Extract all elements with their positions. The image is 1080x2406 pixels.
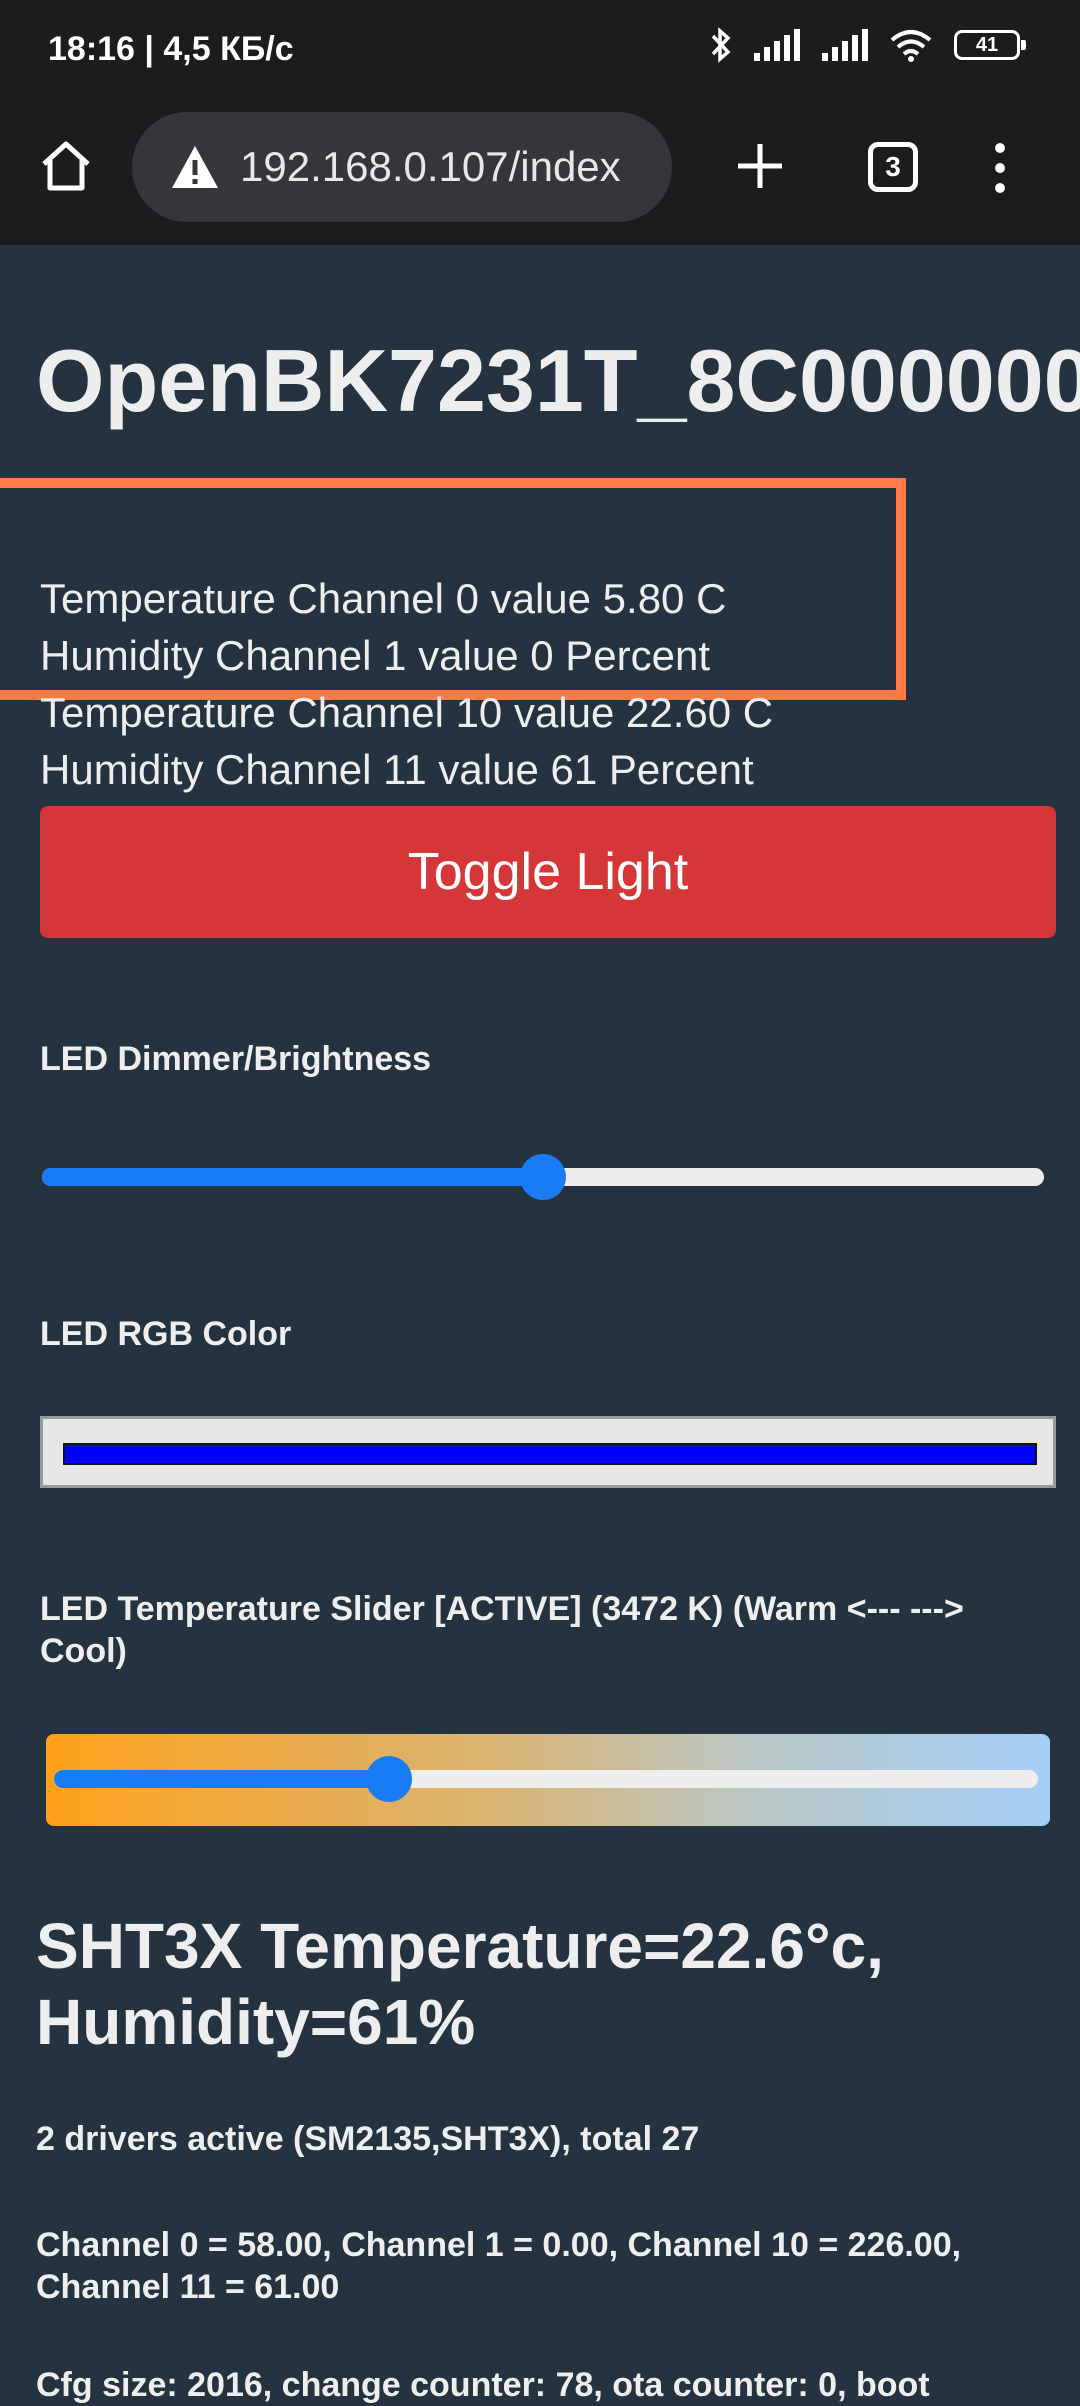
- temperature-slider[interactable]: [54, 1756, 1038, 1802]
- channel-line: Temperature Channel 0 value 5.80 C: [40, 575, 727, 622]
- channels-summary-line1: Channel 0 = 58.00, Channel 1 = 0.00, Cha…: [36, 2226, 962, 2264]
- signal-icon: [822, 29, 868, 61]
- temperature-slider-background: [46, 1734, 1050, 1826]
- battery-icon: 41: [954, 30, 1026, 60]
- home-icon[interactable]: [36, 136, 96, 196]
- temperature-slider-label-line2: Cool): [40, 1632, 127, 1670]
- temperature-slider-fill: [54, 1770, 389, 1788]
- plus-icon[interactable]: [730, 136, 790, 196]
- address-bar[interactable]: 192.168.0.107/index: [132, 112, 672, 222]
- toggle-light-button[interactable]: Toggle Light: [40, 806, 1056, 938]
- rgb-label: LED RGB Color: [40, 1315, 292, 1353]
- channel-list: Temperature Channel 0 value 5.80 C Humid…: [40, 570, 773, 798]
- channel-line: Temperature Channel 10 value 22.60 C: [40, 689, 774, 736]
- sensor-heading: SHT3X Temperature=22.6°c, Humidity=61%: [36, 1908, 884, 2060]
- sensor-heading-line2: Humidity=61%: [36, 1986, 476, 2058]
- temperature-slider-label-line1: LED Temperature Slider [ACTIVE] (3472 K)…: [40, 1590, 964, 1628]
- channels-summary-line2: Channel 11 = 61.00: [36, 2268, 340, 2306]
- drivers-info: 2 drivers active (SM2135,SHT3X), total 2…: [36, 2120, 700, 2158]
- sensor-heading-line1: SHT3X Temperature=22.6°c,: [36, 1910, 884, 1982]
- channel-line: Humidity Channel 1 value 0 Percent: [40, 632, 711, 679]
- channels-summary: Channel 0 = 58.00, Channel 1 = 0.00, Cha…: [36, 2224, 961, 2308]
- url-text[interactable]: 192.168.0.107/index: [240, 143, 621, 191]
- status-time: 18:16 | 4,5 КБ/с: [48, 30, 294, 68]
- tabs-icon[interactable]: 3: [868, 142, 918, 192]
- signal-icon: [754, 29, 800, 61]
- brightness-slider-thumb[interactable]: [520, 1154, 566, 1200]
- brightness-slider[interactable]: [42, 1154, 1044, 1200]
- warning-icon[interactable]: [170, 144, 220, 190]
- rgb-color-swatch: [63, 1443, 1037, 1465]
- temperature-slider-label: LED Temperature Slider [ACTIVE] (3472 K)…: [40, 1588, 1050, 1672]
- wifi-icon: [890, 30, 932, 62]
- dimmer-label: LED Dimmer/Brightness: [40, 1040, 432, 1078]
- rgb-color-picker[interactable]: [40, 1416, 1056, 1488]
- channel-line: Humidity Channel 11 value 61 Percent: [40, 746, 754, 793]
- menu-dots-icon[interactable]: [985, 138, 1015, 198]
- status-bar: 18:16 | 4,5 КБ/с 41: [0, 0, 1080, 100]
- brightness-slider-fill: [42, 1168, 543, 1186]
- temperature-slider-thumb[interactable]: [365, 1756, 412, 1802]
- page-title: OpenBK7231T_8C000000: [36, 331, 1080, 430]
- browser-toolbar: 192.168.0.107/index 3: [0, 100, 1080, 245]
- status-icons: 41: [710, 26, 1026, 64]
- bluetooth-icon: [711, 27, 731, 63]
